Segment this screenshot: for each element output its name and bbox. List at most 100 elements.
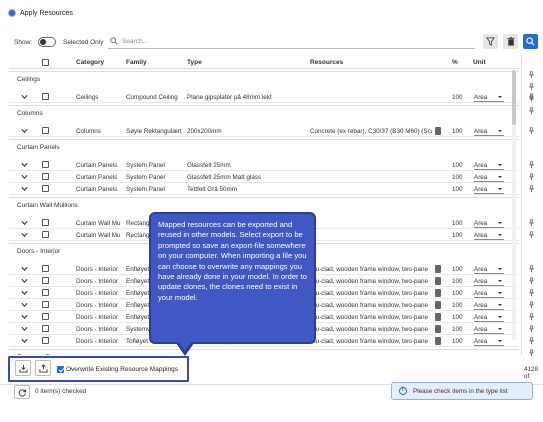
table-row[interactable]: Columns Søyle Rektangulært 200x200mm Concre… [9,125,519,137]
row-checkbox[interactable] [42,277,49,284]
selected-only-toggle[interactable] [38,37,56,47]
cell-percent[interactable]: 100 [452,162,463,169]
cell-percent[interactable]: 100 [452,174,463,181]
pin-icon[interactable] [528,301,535,309]
row-checkbox[interactable] [42,161,49,168]
chevron-down-icon[interactable] [21,186,28,192]
cell-percent[interactable]: 100 [452,290,463,297]
pin-icon[interactable] [528,173,535,181]
document-icon[interactable] [435,313,441,321]
pin-icon[interactable] [528,83,535,91]
pin-icon[interactable] [528,219,535,227]
cell-percent[interactable]: 100 [452,278,463,285]
row-checkbox[interactable] [42,289,49,296]
table-row[interactable]: Curtain Panels System Panel Glassfelt 25mm… [9,171,519,183]
unit-select[interactable]: Area [474,276,504,286]
cell-percent[interactable]: 100 [452,266,463,273]
document-icon[interactable] [435,301,441,309]
pin-icon[interactable] [528,337,535,345]
row-checkbox[interactable] [42,231,49,238]
unit-select[interactable]: Area [474,184,504,194]
unit-select[interactable]: Area [474,324,504,334]
cell-percent[interactable]: 100 [452,326,463,333]
overwrite-checkbox[interactable] [57,366,64,373]
document-icon[interactable] [435,277,441,285]
table-row[interactable]: Curtain Panels System Panel Glassfelt 25mm… [9,159,519,171]
cell-percent[interactable]: 100 [452,128,463,135]
cell-percent[interactable]: 100 [452,314,463,321]
pin-icon[interactable] [528,161,535,169]
chevron-down-icon[interactable] [21,326,28,332]
unit-select[interactable]: Area [474,230,504,240]
unit-select[interactable]: Area [474,288,504,298]
pin-icon[interactable] [528,231,535,239]
unit-select[interactable]: Area [474,312,504,322]
pin-icon[interactable] [528,289,535,297]
chevron-down-icon[interactable] [21,290,28,296]
row-checkbox[interactable] [42,219,49,226]
col-category: Category [76,59,105,66]
row-checkbox[interactable] [42,313,49,320]
delete-button[interactable] [503,34,518,49]
scrollbar-thumb[interactable] [512,70,516,125]
row-checkbox[interactable] [42,93,49,100]
chevron-down-icon[interactable] [21,162,28,168]
grid-scrollbar[interactable] [512,70,516,340]
unit-select[interactable]: Area [474,126,504,136]
row-checkbox[interactable] [42,127,49,134]
chevron-down-icon[interactable] [21,174,28,180]
unit-select[interactable]: Area [474,218,504,228]
pin-icon[interactable] [528,127,535,135]
unit-select[interactable]: Area [474,264,504,274]
pin-icon[interactable] [528,185,535,193]
pin-icon[interactable] [528,277,535,285]
cell-percent[interactable]: 100 [452,338,463,345]
pin-icon[interactable] [528,313,535,321]
chevron-down-icon[interactable] [21,232,28,238]
document-icon[interactable] [435,325,441,333]
document-icon[interactable] [435,265,441,273]
unit-select[interactable]: Area [474,300,504,310]
table-row[interactable]: Ceilings Compound Ceiling Plane gipsplater… [9,91,519,103]
row-checkbox[interactable] [42,265,49,272]
chevron-down-icon[interactable] [21,266,28,272]
row-checkbox[interactable] [42,337,49,344]
cell-percent[interactable]: 100 [452,302,463,309]
unit-select[interactable]: Area [474,336,504,346]
chevron-down-icon[interactable] [21,220,28,226]
select-all-checkbox[interactable] [42,59,49,66]
chevron-down-icon[interactable] [21,128,28,134]
row-checkbox[interactable] [42,325,49,332]
pin-icon[interactable] [528,325,535,333]
import-button[interactable] [35,360,51,376]
document-icon[interactable] [435,337,441,345]
pin-icon[interactable] [528,349,535,357]
chevron-down-icon[interactable] [21,338,28,344]
table-row[interactable]: Curtain Panels System Panel Tettfelt Grå 5… [9,183,519,195]
chevron-down-icon[interactable] [21,94,28,100]
row-checkbox[interactable] [42,301,49,308]
row-checkbox[interactable] [42,173,49,180]
pin-icon[interactable] [528,71,535,79]
unit-select[interactable]: Area [474,172,504,182]
cell-percent[interactable]: 100 [452,232,463,239]
row-checkbox[interactable] [42,185,49,192]
document-icon[interactable] [435,127,441,135]
search-button[interactable] [523,34,538,49]
pin-icon[interactable] [528,93,535,101]
cell-percent[interactable]: 100 [452,94,463,101]
export-button[interactable] [15,360,31,376]
unit-select[interactable]: Area [474,92,504,102]
cell-percent[interactable]: 100 [452,220,463,227]
filter-clear-button[interactable] [483,34,498,49]
search-input[interactable]: Search... [108,35,475,49]
chevron-down-icon[interactable] [21,302,28,308]
chevron-down-icon[interactable] [21,278,28,284]
refresh-button[interactable] [14,385,30,399]
unit-select[interactable]: Area [474,160,504,170]
chevron-down-icon[interactable] [21,314,28,320]
document-icon[interactable] [435,289,441,297]
pin-icon[interactable] [528,265,535,273]
pin-icon[interactable] [528,107,535,115]
cell-percent[interactable]: 100 [452,186,463,193]
